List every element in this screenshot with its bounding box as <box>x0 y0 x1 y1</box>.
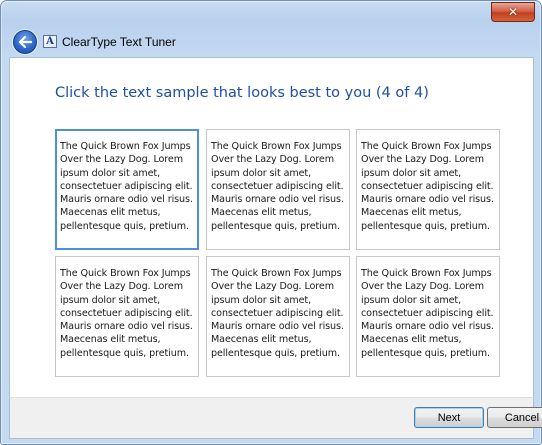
text-sample-5[interactable]: The Quick Brown Fox Jumps Over the Lazy … <box>206 256 350 377</box>
sample-text: The Quick Brown Fox Jumps Over the Lazy … <box>60 141 193 232</box>
cleartype-tuner-window: ✕ A ClearType Text Tuner Click the text … <box>0 0 542 445</box>
page-instruction: Click the text sample that looks best to… <box>55 85 429 101</box>
cancel-button[interactable]: Cancel <box>487 407 542 428</box>
close-icon: ✕ <box>507 5 519 19</box>
close-button[interactable]: ✕ <box>491 2 535 22</box>
sample-text: The Quick Brown Fox Jumps Over the Lazy … <box>361 141 494 232</box>
text-sample-6[interactable]: The Quick Brown Fox Jumps Over the Lazy … <box>356 256 500 377</box>
sample-text: The Quick Brown Fox Jumps Over the Lazy … <box>211 268 344 359</box>
sample-text: The Quick Brown Fox Jumps Over the Lazy … <box>211 141 344 232</box>
next-button[interactable]: Next <box>414 407 484 428</box>
text-sample-2[interactable]: The Quick Brown Fox Jumps Over the Lazy … <box>206 129 350 250</box>
sample-text: The Quick Brown Fox Jumps Over the Lazy … <box>361 268 494 359</box>
back-button[interactable] <box>13 30 37 54</box>
button-bar: Next Cancel <box>9 397 542 439</box>
window-title: ClearType Text Tuner <box>62 35 176 49</box>
sample-text: The Quick Brown Fox Jumps Over the Lazy … <box>60 268 193 359</box>
content-area: Click the text sample that looks best to… <box>9 57 534 398</box>
text-sample-1[interactable]: The Quick Brown Fox Jumps Over the Lazy … <box>55 129 199 250</box>
text-sample-3[interactable]: The Quick Brown Fox Jumps Over the Lazy … <box>356 129 500 250</box>
text-sample-4[interactable]: The Quick Brown Fox Jumps Over the Lazy … <box>55 256 199 377</box>
title-bar[interactable]: ✕ <box>1 1 541 25</box>
wizard-header: A ClearType Text Tuner <box>5 27 537 57</box>
back-arrow-icon <box>18 36 32 48</box>
cleartype-app-icon: A <box>43 35 57 48</box>
